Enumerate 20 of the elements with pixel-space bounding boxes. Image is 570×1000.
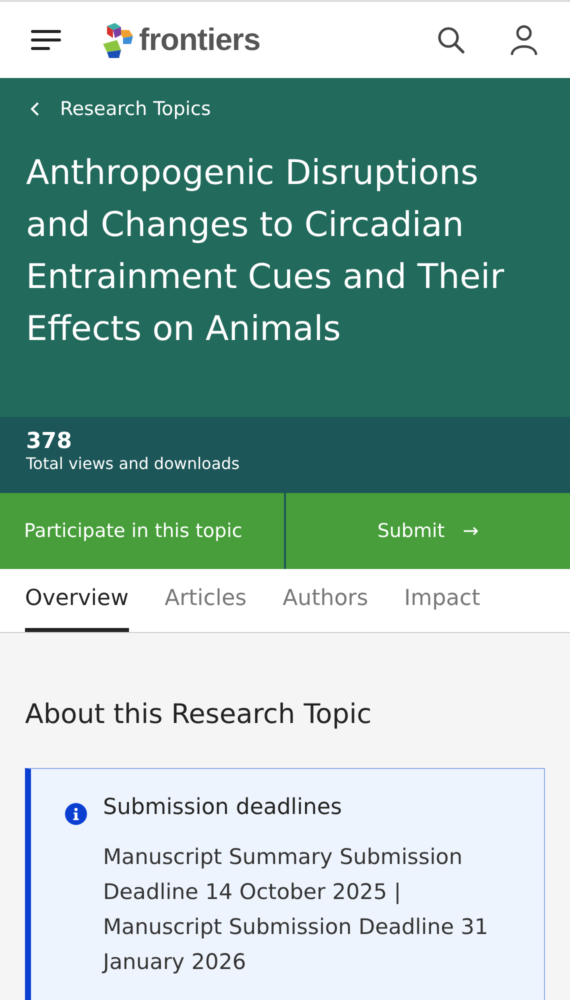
logo-text[interactable]: frontiers: [139, 22, 260, 58]
notice-text: Manuscript Summary Submission Deadline 14 October 2025 | Manuscript Submission Deadline 31 January 2026: [103, 844, 490, 977]
participate-button[interactable]: Participate in this topic: [0, 493, 284, 569]
views-label: Total views and downloads: [26, 454, 241, 473]
back-link[interactable]: Research Topics: [30, 98, 211, 120]
chevron-left-icon: [30, 101, 40, 117]
section-heading: About this Research Topic: [25, 699, 373, 730]
views-count: 378: [26, 429, 73, 454]
info-icon: [65, 803, 87, 825]
cubes-logo-icon: [103, 22, 135, 58]
user-icon[interactable]: [510, 25, 538, 55]
tab[interactable]: Authors: [282, 569, 368, 632]
tab[interactable]: Articles: [164, 569, 247, 632]
topic-title: Anthropogenic Disruptions and Changes to Circadian Entrainment Cues and Their Effects on Animals: [26, 152, 506, 351]
tab[interactable]: Overview: [25, 569, 129, 632]
tab[interactable]: Impact: [404, 569, 480, 632]
menu-icon[interactable]: [31, 29, 61, 51]
submit-button[interactable]: Submit →: [286, 493, 570, 569]
search-icon[interactable]: [437, 26, 465, 54]
notice-title: Submission deadlines: [103, 795, 343, 820]
